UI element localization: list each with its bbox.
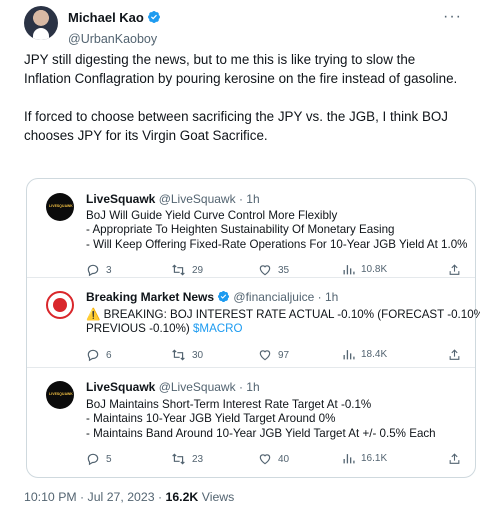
tweet-text: JPY still digesting the news, but to me … [24, 50, 464, 145]
retweet-count: 30 [192, 349, 204, 361]
quote-line: - Maintains 10-Year JGB Yield Target Aro… [86, 412, 336, 426]
like-button[interactable]: 35 [258, 263, 289, 277]
quote-header: Breaking Market News @financialjuice · 1… [86, 290, 339, 306]
quote-line: - Will Keep Offering Fixed-Rate Operatio… [86, 237, 468, 251]
quote-header: LiveSquawk @LiveSquawk · 1h [86, 192, 260, 206]
quote-author-name[interactable]: LiveSquawk [86, 380, 155, 394]
author-avatar[interactable] [24, 6, 58, 40]
quote-actions: 5 23 40 16.1K [86, 452, 461, 468]
quoted-tweets-card[interactable]: LIVESQUAWK LiveSquawk @LiveSquawk · 1h B… [26, 178, 480, 479]
view-count: 16.1K [361, 453, 388, 464]
reply-button[interactable]: 3 [86, 263, 112, 277]
share-button[interactable] [448, 348, 461, 362]
like-button[interactable]: 97 [258, 348, 289, 362]
quote-time[interactable]: 1h [325, 290, 338, 304]
quote-line: - Appropriate To Heighten Sustainability… [86, 223, 395, 237]
tweet-footer: 10:10 PM · Jul 27, 2023 · 16.2K Views [24, 490, 234, 504]
quoted-tweet[interactable]: Breaking Market News @financialjuice · 1… [27, 277, 480, 367]
quote-body: ⚠️ BREAKING: BOJ INTEREST RATE ACTUAL -0… [86, 308, 480, 337]
views-icon [343, 454, 355, 464]
heart-icon [259, 350, 271, 361]
tweet-views-label: Views [201, 490, 235, 504]
verified-badge-icon [217, 290, 230, 306]
quoted-tweet[interactable]: LIVESQUAWK LiveSquawk @LiveSquawk · 1h B… [27, 367, 475, 479]
tweet-views-count: 16.2K [165, 490, 199, 504]
quote-time[interactable]: 1h [246, 192, 259, 206]
view-count: 10.8K [361, 264, 388, 275]
retweet-button[interactable]: 29 [171, 263, 203, 277]
share-icon [449, 264, 460, 275]
quote-avatar[interactable]: LIVESQUAWK [46, 193, 74, 221]
tweet-paragraph: If forced to choose between sacrificing … [24, 109, 448, 143]
reply-count: 5 [106, 453, 112, 465]
view-count: 18.4K [361, 349, 388, 360]
quote-author-name[interactable]: LiveSquawk [86, 192, 155, 206]
quote-body: BoJ Maintains Short-Term Interest Rate T… [86, 398, 466, 441]
retweet-button[interactable]: 23 [171, 452, 203, 466]
tweet-header: Michael Kao @UrbanKaoboy ··· [24, 6, 468, 46]
retweet-count: 23 [192, 453, 204, 465]
quote-line: ⚠️ BREAKING: BOJ INTEREST RATE ACTUAL -0… [86, 308, 480, 321]
verified-badge-icon [147, 10, 161, 29]
views-icon [343, 350, 355, 360]
like-count: 97 [278, 349, 290, 361]
quote-time[interactable]: 1h [246, 380, 259, 394]
quote-body: BoJ Will Guide Yield Curve Control More … [86, 209, 468, 252]
quote-line: BoJ Will Guide Yield Curve Control More … [86, 209, 338, 222]
like-count: 35 [278, 264, 290, 276]
retweet-icon [172, 453, 185, 465]
reply-button[interactable]: 5 [86, 452, 112, 466]
quote-author-handle[interactable]: @LiveSquawk [159, 380, 236, 394]
quote-avatar[interactable] [46, 291, 74, 319]
retweet-icon [172, 349, 185, 361]
quote-author-name[interactable]: Breaking Market News [86, 290, 214, 304]
author-handle[interactable]: @UrbanKaoboy [68, 32, 161, 46]
reply-icon [87, 453, 99, 466]
author-name[interactable]: Michael Kao [68, 10, 144, 25]
retweet-count: 29 [192, 264, 204, 276]
retweet-button[interactable]: 30 [171, 348, 203, 362]
share-button[interactable] [448, 263, 461, 277]
retweet-icon [172, 264, 185, 276]
tweet-timestamp[interactable]: 10:10 PM · Jul 27, 2023 · [24, 490, 162, 504]
share-button[interactable] [448, 452, 461, 466]
quote-line: PREVIOUS -0.10%) $MACRO [86, 322, 243, 336]
views-button[interactable]: 10.8K [342, 263, 387, 276]
quote-author-handle[interactable]: @LiveSquawk [159, 192, 236, 206]
reply-count: 3 [106, 264, 112, 276]
more-options-icon[interactable]: ··· [443, 8, 462, 26]
like-button[interactable]: 40 [258, 452, 289, 466]
quote-avatar[interactable]: LIVESQUAWK [46, 381, 74, 409]
heart-icon [259, 454, 271, 465]
quote-author-handle[interactable]: @financialjuice [233, 290, 314, 304]
views-icon [343, 265, 355, 275]
views-button[interactable]: 18.4K [342, 348, 387, 361]
share-icon [449, 349, 460, 360]
reply-icon [87, 349, 99, 362]
reply-button[interactable]: 6 [86, 348, 112, 362]
author-info: Michael Kao @UrbanKaoboy [68, 9, 161, 46]
reply-count: 6 [106, 349, 112, 361]
quoted-tweet[interactable]: LIVESQUAWK LiveSquawk @LiveSquawk · 1h B… [27, 179, 475, 277]
quote-line: - Maintains Band Around 10-Year JGB Yiel… [86, 426, 436, 440]
heart-icon [259, 265, 271, 276]
quote-actions: 6 30 97 18.4K [86, 348, 461, 364]
cashtag-link[interactable]: $MACRO [193, 322, 243, 335]
tweet-paragraph: JPY still digesting the news, but to me … [24, 52, 458, 86]
reply-icon [87, 264, 99, 277]
views-button[interactable]: 16.1K [342, 452, 387, 465]
like-count: 40 [278, 453, 290, 465]
quote-header: LiveSquawk @LiveSquawk · 1h [86, 380, 260, 394]
quote-line: BoJ Maintains Short-Term Interest Rate T… [86, 398, 372, 411]
share-icon [449, 453, 460, 464]
